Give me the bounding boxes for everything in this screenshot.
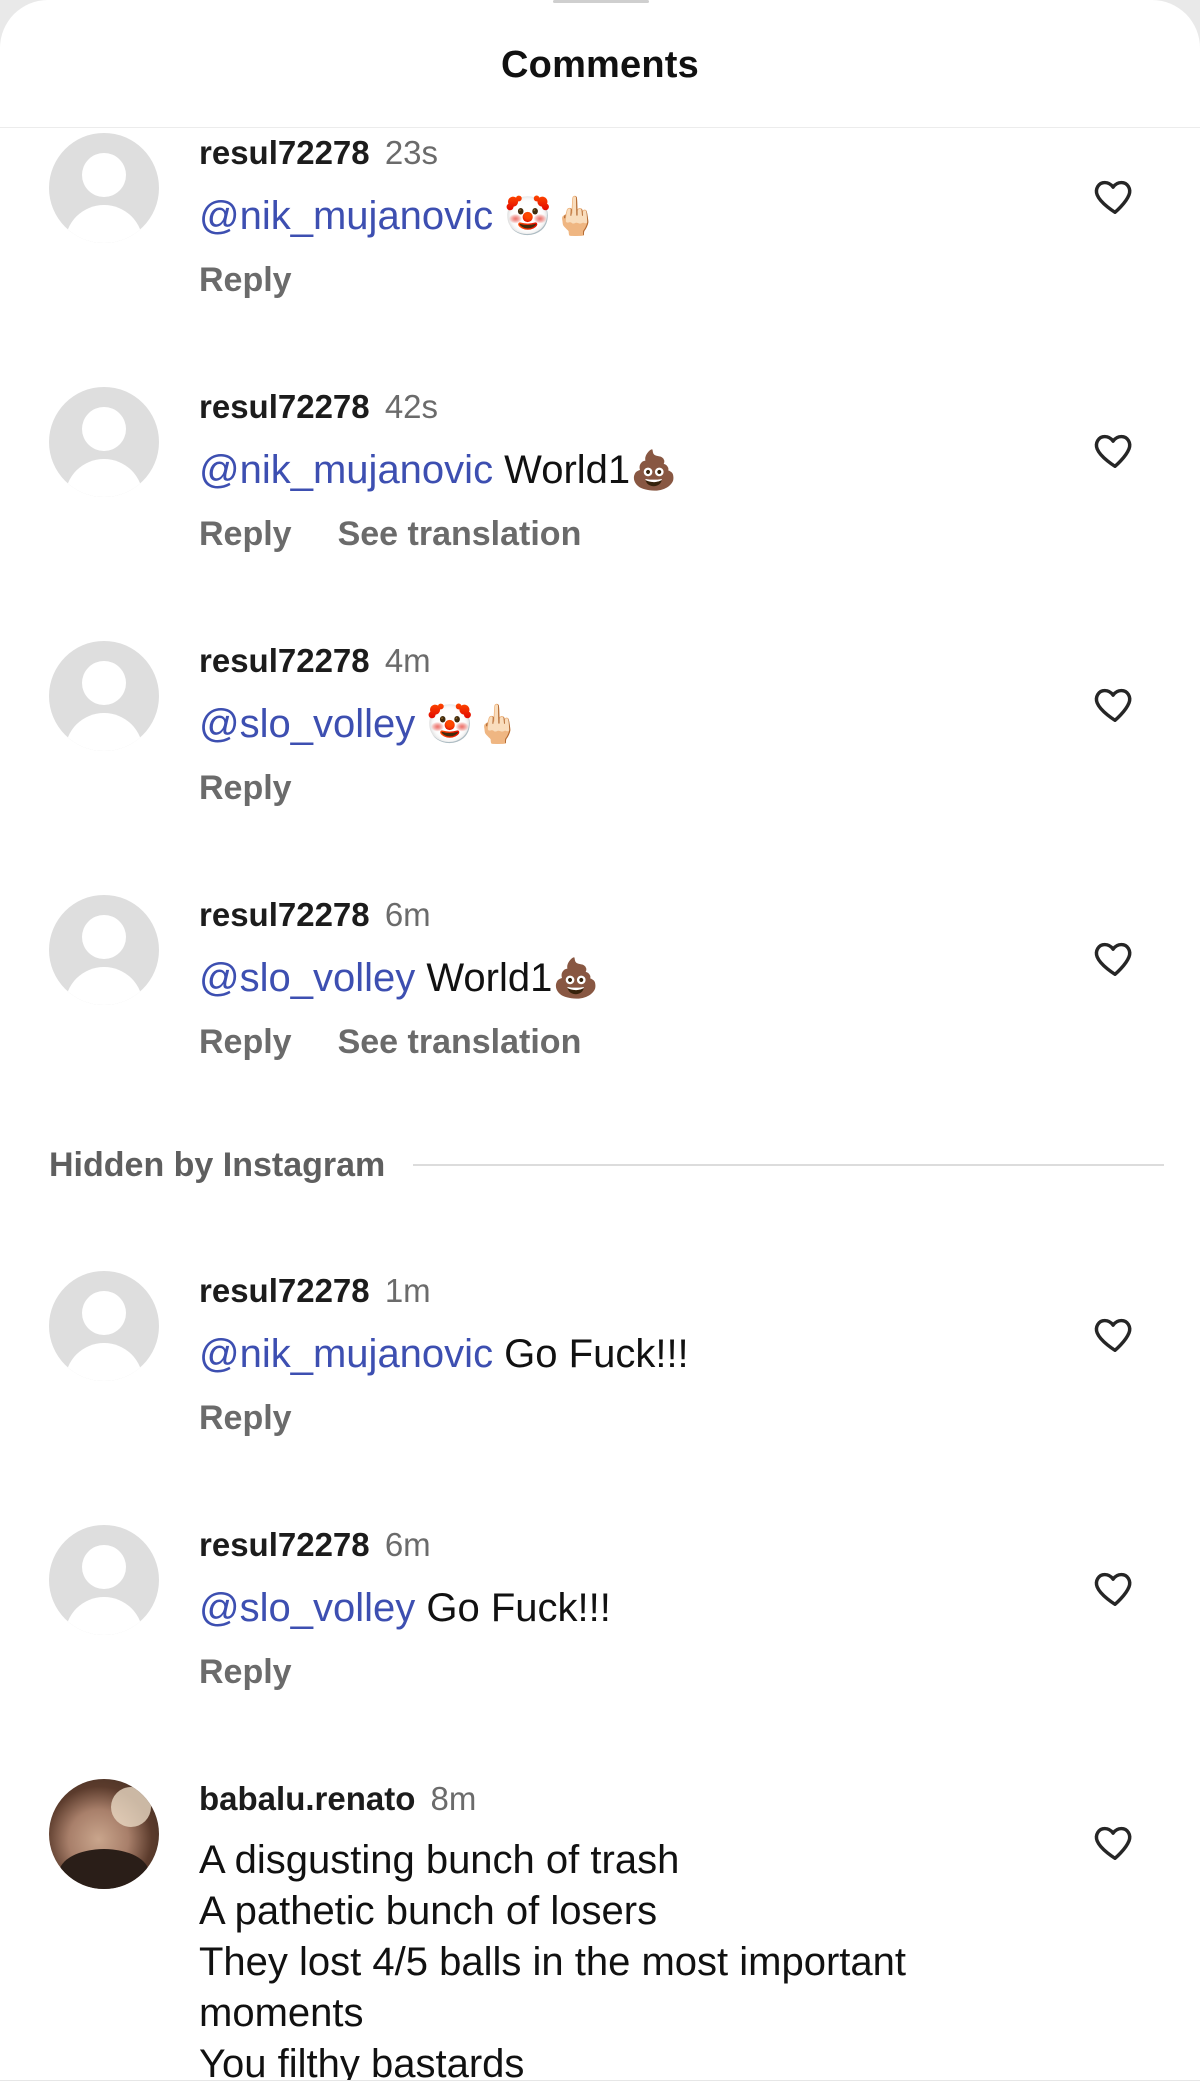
comment-username[interactable]: resul72278 bbox=[199, 1272, 370, 1309]
comment-text: @nik_mujanovic Go Fuck!!! bbox=[199, 1332, 689, 1376]
mention-link[interactable]: @nik_mujanovic bbox=[199, 1332, 493, 1376]
mention-link[interactable]: @nik_mujanovic bbox=[199, 448, 493, 492]
see-translation-button[interactable]: See translation bbox=[338, 1023, 582, 1061]
comment-username[interactable]: resul72278 bbox=[199, 896, 370, 933]
comment-time: 6m bbox=[384, 1526, 431, 1563]
heart-outline-icon[interactable] bbox=[1090, 1311, 1140, 1357]
comment-text: @nik_mujanovic 🤡🖕🏻 bbox=[199, 191, 599, 242]
comment-username[interactable]: babalu.renato bbox=[199, 1780, 415, 1817]
comment-username[interactable]: resul72278 bbox=[199, 642, 370, 679]
user-avatar[interactable] bbox=[49, 1779, 159, 1889]
page-title: Comments bbox=[501, 44, 699, 86]
comments-header: Comments bbox=[0, 0, 1200, 128]
bottom-edge bbox=[0, 2080, 1200, 2094]
default-avatar-icon[interactable] bbox=[49, 641, 159, 751]
emoji: 🤡🖕🏻 bbox=[504, 196, 599, 238]
mention-link[interactable]: @nik_mujanovic bbox=[199, 194, 493, 238]
comment-text: A disgusting bunch of trash A pathetic b… bbox=[199, 1838, 906, 2086]
comments-sheet: Comments resul72278 23s @nik_mujanovic 🤡… bbox=[0, 0, 1200, 2094]
emoji: 💩 bbox=[552, 958, 600, 1000]
divider-line bbox=[413, 1164, 1164, 1166]
comment-time: 23s bbox=[384, 134, 439, 171]
heart-outline-icon[interactable] bbox=[1090, 681, 1140, 727]
comment-time: 6m bbox=[384, 896, 431, 933]
reply-button[interactable]: Reply bbox=[199, 1023, 292, 1061]
reply-button[interactable]: Reply bbox=[199, 515, 292, 553]
comment-text: @slo_volley World1💩 bbox=[199, 956, 600, 1000]
comment-username[interactable]: resul72278 bbox=[199, 134, 370, 171]
see-translation-button[interactable]: See translation bbox=[338, 515, 582, 553]
comment-time: 8m bbox=[430, 1780, 477, 1817]
default-avatar-icon[interactable] bbox=[49, 1271, 159, 1381]
reply-button[interactable]: Reply bbox=[199, 1653, 292, 1691]
heart-outline-icon[interactable] bbox=[1090, 1565, 1140, 1611]
mention-link[interactable]: @slo_volley bbox=[199, 702, 415, 746]
comment-text: @slo_volley Go Fuck!!! bbox=[199, 1586, 611, 1630]
mention-link[interactable]: @slo_volley bbox=[199, 956, 415, 1000]
comment-username[interactable]: resul72278 bbox=[199, 388, 370, 425]
default-avatar-icon[interactable] bbox=[49, 133, 159, 243]
mention-link[interactable]: @slo_volley bbox=[199, 1586, 415, 1630]
comment-time: 42s bbox=[384, 388, 439, 425]
heart-outline-icon[interactable] bbox=[1090, 173, 1140, 219]
default-avatar-icon[interactable] bbox=[49, 1525, 159, 1635]
hidden-by-instagram-label[interactable]: Hidden by Instagram bbox=[49, 1146, 385, 1185]
heart-outline-icon[interactable] bbox=[1090, 1819, 1140, 1865]
hidden-comments-divider[interactable]: Hidden by Instagram bbox=[49, 1140, 1164, 1190]
comment-time: 4m bbox=[384, 642, 431, 679]
comment-text: @nik_mujanovic World1💩 bbox=[199, 448, 678, 492]
emoji: 🤡🖕🏻 bbox=[426, 704, 522, 746]
heart-outline-icon[interactable] bbox=[1090, 935, 1140, 981]
emoji: 💩 bbox=[630, 450, 678, 492]
reply-button[interactable]: Reply bbox=[199, 261, 292, 299]
comment-time: 1m bbox=[384, 1272, 431, 1309]
reply-button[interactable]: Reply bbox=[199, 769, 292, 807]
reply-button[interactable]: Reply bbox=[199, 1399, 292, 1437]
default-avatar-icon[interactable] bbox=[49, 387, 159, 497]
comment-username[interactable]: resul72278 bbox=[199, 1526, 370, 1563]
default-avatar-icon[interactable] bbox=[49, 895, 159, 1005]
heart-outline-icon[interactable] bbox=[1090, 427, 1140, 473]
comment-text: @slo_volley 🤡🖕🏻 bbox=[199, 699, 521, 750]
